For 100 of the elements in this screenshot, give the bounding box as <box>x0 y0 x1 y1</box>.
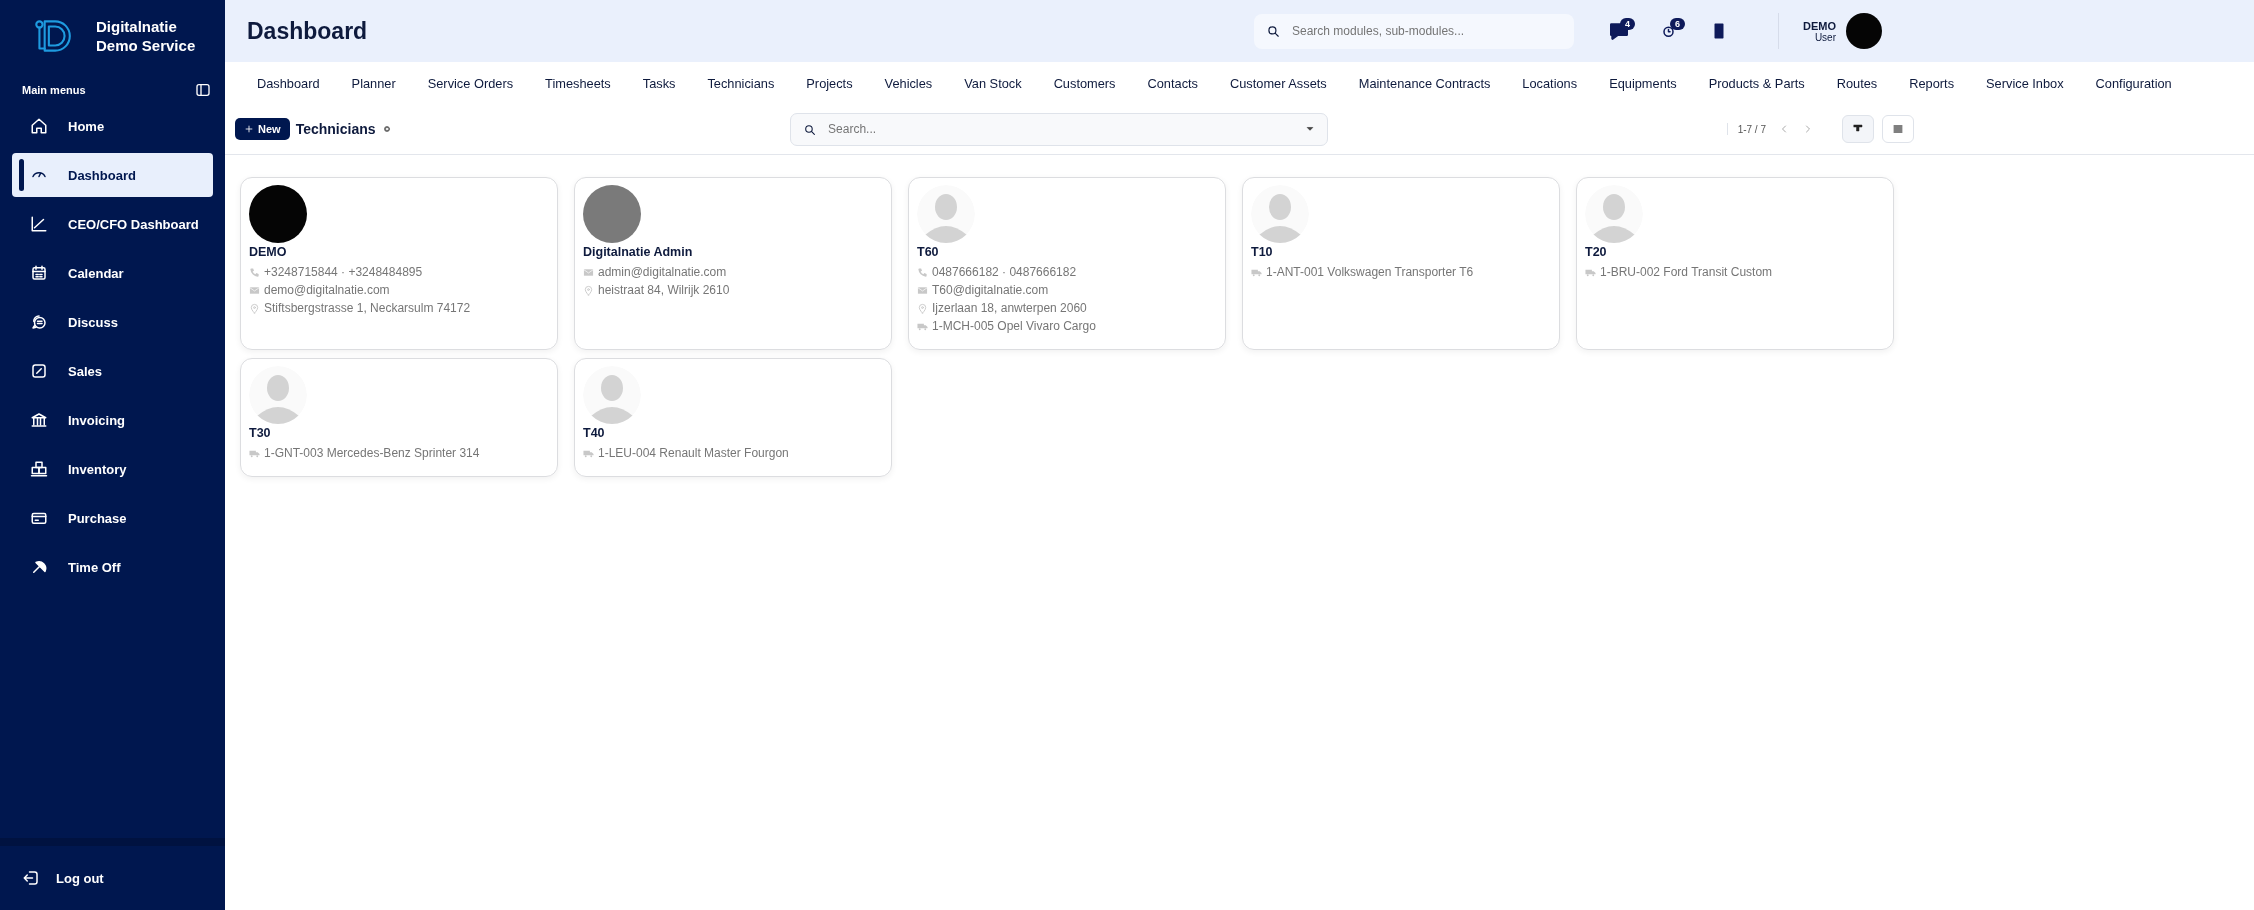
sidebar-item[interactable]: Discuss <box>12 300 213 344</box>
nav-link[interactable]: Reports <box>1893 75 1971 91</box>
bank-icon <box>30 411 48 429</box>
phone-icon <box>917 266 928 278</box>
email-address: demo@digitalnatie.com <box>264 282 390 299</box>
logo-avatar <box>249 185 307 243</box>
vehicle-text: 1-GNT-003 Mercedes-Benz Sprinter 314 <box>264 445 480 462</box>
sidebar-item[interactable]: Calendar <box>12 251 213 295</box>
technician-card[interactable]: DEMO +3248715844 · +3248484895 demo@digitalnatie.com Stiftsbergstrasse 1, Neckarsulm 74172 <box>240 177 558 350</box>
nav-link[interactable]: Dashboard <box>241 75 336 91</box>
nav-link[interactable]: Vehicles <box>868 75 949 91</box>
sidebar-item[interactable]: Inventory <box>12 447 213 491</box>
new-button[interactable]: New <box>235 118 290 140</box>
technician-name: T10 <box>1251 245 1274 259</box>
brand-name: Digitalnatie Demo Service <box>96 17 197 55</box>
logout-link[interactable]: Log out <box>0 838 225 910</box>
nav-link[interactable]: Equipments <box>1593 75 1693 91</box>
count-badge: 6 <box>1670 18 1685 30</box>
technician-name: T30 <box>249 426 272 440</box>
sidebar-item[interactable]: CEO/CFO Dashboard <box>12 202 213 246</box>
view-title: Technicians <box>295 121 376 137</box>
address-text: Stiftsbergstrasse 1, Neckarsulm 74172 <box>264 300 471 317</box>
plus-icon <box>244 124 254 134</box>
nav-link[interactable]: Technicians <box>691 75 791 91</box>
vehicle-text: 1-BRU-002 Ford Transit Custom <box>1600 264 1773 281</box>
nav-link[interactable]: Planner <box>335 75 412 91</box>
email-address: admin@digitalnatie.com <box>598 264 727 281</box>
address-text: Ijzerlaan 18, anwterpen 2060 <box>932 300 1087 317</box>
sidebar-panel-icon <box>195 82 211 98</box>
nav-link[interactable]: Routes <box>1820 75 1894 91</box>
sidebar-toggle-button[interactable] <box>195 82 211 98</box>
nav-link[interactable]: Projects <box>790 75 869 91</box>
search-icon <box>803 122 817 136</box>
email-address: T60@digitalnatie.com <box>932 282 1049 299</box>
envelope-icon <box>917 284 928 296</box>
user-name: DEMO <box>1803 19 1836 32</box>
search-field[interactable]: Search... <box>826 121 1296 137</box>
vehicle-text: 1-LEU-004 Renault Master Fourgon <box>598 445 789 462</box>
global-search-field[interactable]: Search modules, sub-modules... <box>1290 23 1562 39</box>
map-pin-icon <box>249 302 260 314</box>
map-pin-icon <box>917 302 928 314</box>
vehicle-text: 1-ANT-001 Volkswagen Transporter T6 <box>1266 264 1474 281</box>
global-search-box[interactable]: Search modules, sub-modules... <box>1254 13 1574 49</box>
address-text: heistraat 84, Wilrijk 2610 <box>598 282 730 299</box>
home-icon <box>30 117 48 135</box>
phone-number: 0487666182 · 0487666182 <box>932 264 1077 281</box>
phone-icon <box>249 266 260 278</box>
sidebar-item[interactable]: Home <box>12 104 213 148</box>
search-icon <box>1266 24 1280 38</box>
nav-link[interactable]: Service Orders <box>411 75 530 91</box>
technician-card[interactable]: T40 1-LEU-004 Renault Master Fourgon <box>574 358 892 477</box>
technician-name: T40 <box>583 426 606 440</box>
sidebar-item[interactable]: Sales <box>12 349 213 393</box>
technician-card[interactable]: Digitalnatie Admin admin@digitalnatie.com heistraat 84, Wilrijk 2610 <box>574 177 892 350</box>
calendar-icon <box>30 264 48 282</box>
section-label: Main menus <box>22 84 86 96</box>
line-chart-icon <box>30 215 48 233</box>
sidebar-item[interactable]: Time Off <box>12 545 213 589</box>
user-avatar[interactable] <box>1846 13 1882 49</box>
chat-icon <box>30 313 48 331</box>
page-title: Dashboard <box>247 17 368 45</box>
logout-icon <box>22 869 40 887</box>
nav-link[interactable]: Locations <box>1506 75 1594 91</box>
sidebar-item[interactable]: Dashboard <box>12 153 213 197</box>
nav-link[interactable]: Van Stock <box>948 75 1038 91</box>
technician-card[interactable]: T60 0487666182 · 0487666182 T60@digitalnatie.com Ijzerlaan 18, anwterpen 2060 1-MCH-005 Opel Vivaro Cargo <box>908 177 1226 350</box>
messages-button[interactable]: 4 <box>1610 20 1638 42</box>
nav-link[interactable]: Tasks <box>626 75 692 91</box>
nav-link[interactable]: Customer Assets <box>1214 75 1343 91</box>
chat-bubbles-icon <box>1610 22 1628 40</box>
nav-link[interactable]: Contacts <box>1131 75 1214 91</box>
envelope-icon <box>249 284 260 296</box>
sidebar-item[interactable]: Invoicing <box>12 398 213 442</box>
technician-card[interactable]: T30 1-GNT-003 Mercedes-Benz Sprinter 314 <box>240 358 558 477</box>
envelope-icon <box>583 266 594 278</box>
nav-link[interactable]: Configuration <box>2079 75 2188 91</box>
technician-name: Digitalnatie Admin <box>583 245 694 259</box>
photo-placeholder <box>583 185 641 243</box>
activities-button[interactable]: 6 <box>1660 20 1688 42</box>
nav-link[interactable]: Products & Parts <box>1692 75 1821 91</box>
boxes-icon <box>30 460 48 478</box>
phone-number: +3248715844 · +3248484895 <box>264 264 423 281</box>
pager-count: 1-7 / 7 <box>1737 123 1766 135</box>
technician-card[interactable]: T20 1-BRU-002 Ford Transit Custom <box>1576 177 1894 350</box>
sidebar-item[interactable]: Purchase <box>12 496 213 540</box>
nav-link[interactable]: Customers <box>1037 75 1132 91</box>
vehicle-text: 1-MCH-005 Opel Vivaro Cargo <box>932 318 1096 335</box>
caret-down-icon <box>1305 124 1316 134</box>
nav-link[interactable]: Maintenance Contracts <box>1342 75 1507 91</box>
search-box[interactable]: Search... <box>790 112 1329 146</box>
kanban-view-button[interactable] <box>1842 115 1874 143</box>
nav-link[interactable]: Service Inbox <box>1970 75 2080 91</box>
nav-link[interactable]: Timesheets <box>529 75 627 91</box>
count-badge: 4 <box>1620 18 1635 30</box>
user-role: User <box>1813 31 1836 43</box>
technician-name: DEMO <box>249 245 288 259</box>
umbrella-icon <box>30 558 48 576</box>
technician-card[interactable]: T10 1-ANT-001 Volkswagen Transporter T6 <box>1242 177 1560 350</box>
list-view-button[interactable] <box>1882 115 1914 143</box>
map-pin-icon <box>583 284 594 296</box>
